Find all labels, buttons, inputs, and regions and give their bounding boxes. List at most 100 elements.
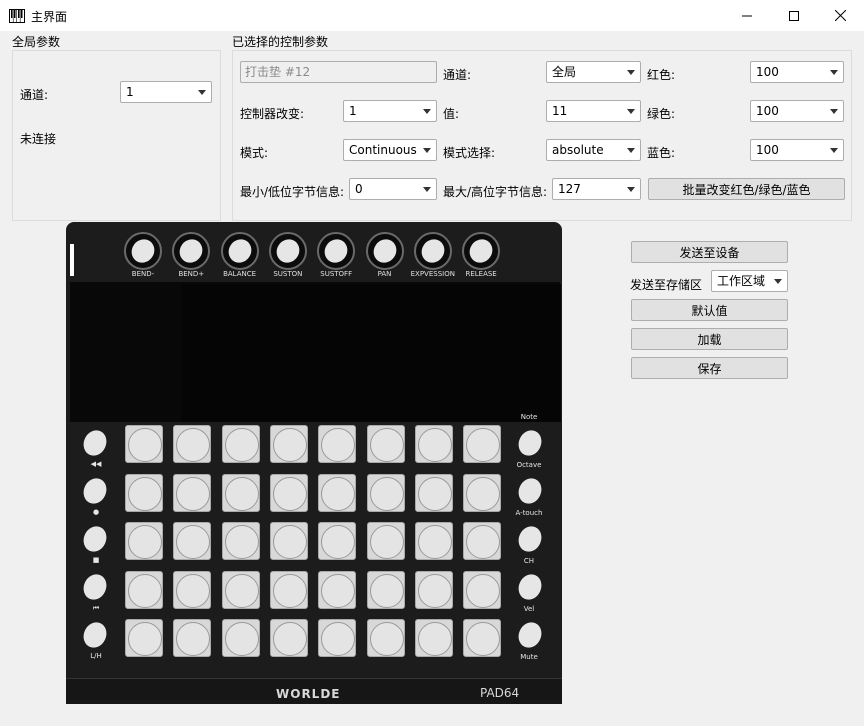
brand-logo: WORLDE bbox=[276, 687, 341, 701]
drum-pad[interactable] bbox=[318, 473, 357, 512]
side-button-label: Octave bbox=[516, 461, 542, 469]
drum-pad[interactable] bbox=[414, 522, 453, 560]
global-channel-label: 通道: bbox=[20, 88, 49, 102]
drum-pad[interactable] bbox=[221, 473, 260, 512]
chevron-down-icon bbox=[830, 70, 838, 75]
save-button[interactable]: 保存 bbox=[631, 357, 788, 379]
drum-pad[interactable] bbox=[221, 619, 260, 657]
side-button[interactable] bbox=[79, 474, 111, 508]
global-channel-select[interactable]: 1 bbox=[120, 81, 212, 103]
knob[interactable]: SUSTOFF bbox=[315, 232, 357, 282]
blue-label: 蓝色: bbox=[647, 146, 676, 160]
drum-pad[interactable] bbox=[173, 522, 212, 560]
mode-select-select[interactable]: absolute bbox=[546, 139, 641, 161]
mode-select[interactable]: Continuous bbox=[343, 139, 437, 161]
drum-pad[interactable] bbox=[125, 473, 163, 512]
drum-pad[interactable] bbox=[366, 473, 405, 512]
side-button[interactable] bbox=[514, 618, 546, 652]
knob[interactable]: SUSTON bbox=[267, 232, 309, 282]
minimize-button[interactable] bbox=[724, 0, 770, 31]
note-label: Note bbox=[520, 413, 538, 421]
min-byte-value: 0 bbox=[355, 182, 363, 196]
side-button[interactable] bbox=[514, 426, 546, 460]
drum-pad[interactable] bbox=[463, 425, 502, 463]
knob[interactable]: BALANCE bbox=[219, 232, 261, 282]
controller-change-select[interactable]: 1 bbox=[343, 100, 437, 122]
red-select[interactable]: 100 bbox=[750, 61, 844, 83]
drum-pad[interactable] bbox=[221, 570, 260, 609]
drum-pad[interactable] bbox=[463, 619, 502, 657]
drum-pad[interactable] bbox=[221, 522, 260, 560]
default-values-button[interactable]: 默认值 bbox=[631, 299, 788, 321]
side-button-label: A-touch bbox=[515, 509, 543, 517]
drum-pad[interactable] bbox=[125, 425, 163, 463]
drum-pad[interactable] bbox=[366, 619, 405, 657]
device-panel-inner bbox=[181, 284, 561, 422]
drum-pad[interactable] bbox=[173, 425, 212, 463]
send-to-device-button[interactable]: 发送至设备 bbox=[631, 241, 788, 263]
knob-dial bbox=[220, 232, 259, 270]
blue-select[interactable]: 100 bbox=[750, 139, 844, 161]
knob[interactable]: BEND+ bbox=[170, 232, 212, 282]
knob[interactable]: RELEASE bbox=[460, 232, 502, 282]
side-button[interactable] bbox=[514, 474, 546, 508]
drum-pad[interactable] bbox=[463, 522, 502, 560]
drum-pad[interactable] bbox=[366, 522, 405, 560]
side-button-label: Vel bbox=[523, 605, 535, 613]
drum-pad[interactable] bbox=[125, 522, 163, 560]
drum-pad[interactable] bbox=[173, 619, 212, 657]
drum-pad[interactable] bbox=[414, 425, 453, 463]
element-name-field[interactable]: 打击垫 #12 bbox=[240, 61, 437, 83]
drum-pad[interactable] bbox=[414, 473, 453, 512]
min-byte-label: 最小/低位字节信息: bbox=[240, 185, 345, 199]
side-button[interactable] bbox=[79, 522, 111, 556]
side-button[interactable] bbox=[514, 570, 546, 604]
min-byte-select[interactable]: 0 bbox=[349, 178, 437, 200]
drum-pad[interactable] bbox=[269, 473, 308, 512]
close-button[interactable] bbox=[817, 0, 863, 31]
max-byte-select[interactable]: 127 bbox=[552, 178, 641, 200]
drum-pad[interactable] bbox=[221, 425, 260, 463]
side-button[interactable] bbox=[79, 426, 111, 460]
value-select[interactable]: 11 bbox=[546, 100, 641, 122]
drum-pad[interactable] bbox=[269, 570, 308, 609]
storage-select[interactable]: 工作区域 bbox=[711, 270, 788, 292]
drum-pad[interactable] bbox=[318, 522, 357, 560]
drum-pad[interactable] bbox=[318, 425, 357, 463]
drum-pad[interactable] bbox=[125, 619, 163, 657]
drum-pad[interactable] bbox=[463, 570, 502, 609]
chevron-down-icon bbox=[423, 109, 431, 114]
drum-pad[interactable] bbox=[318, 570, 357, 609]
channel-select[interactable]: 全局 bbox=[546, 61, 641, 83]
window-title: 主界面 bbox=[31, 10, 68, 24]
device-footer: WORLDE PAD64 bbox=[66, 678, 562, 704]
drum-pad[interactable] bbox=[269, 619, 308, 657]
drum-pad[interactable] bbox=[269, 425, 308, 463]
chevron-down-icon bbox=[627, 109, 635, 114]
side-button[interactable] bbox=[79, 618, 111, 652]
drum-pad[interactable] bbox=[366, 425, 405, 463]
drum-pad[interactable] bbox=[173, 473, 212, 512]
side-button[interactable] bbox=[79, 570, 111, 604]
drum-pad[interactable] bbox=[366, 570, 405, 609]
drum-pad[interactable] bbox=[463, 473, 502, 512]
chevron-down-icon bbox=[830, 109, 838, 114]
knob[interactable]: PAN bbox=[364, 232, 406, 282]
knob-dial bbox=[268, 232, 307, 270]
load-button[interactable]: 加载 bbox=[631, 328, 788, 350]
storage-value: 工作区域 bbox=[717, 274, 766, 288]
drum-pad[interactable] bbox=[414, 619, 453, 657]
drum-pad[interactable] bbox=[173, 570, 212, 609]
mode-label: 模式: bbox=[240, 146, 269, 160]
side-button[interactable] bbox=[514, 522, 546, 556]
drum-pad[interactable] bbox=[125, 570, 163, 609]
batch-color-button[interactable]: 批量改变红色/绿色/蓝色 bbox=[648, 178, 845, 200]
maximize-button[interactable] bbox=[771, 0, 817, 31]
chevron-down-icon bbox=[627, 148, 635, 153]
drum-pad[interactable] bbox=[269, 522, 308, 560]
knob[interactable]: EXPVESSION bbox=[411, 232, 455, 282]
drum-pad[interactable] bbox=[318, 619, 357, 657]
green-select[interactable]: 100 bbox=[750, 100, 844, 122]
drum-pad[interactable] bbox=[414, 570, 453, 609]
knob[interactable]: BEND- bbox=[122, 232, 164, 282]
